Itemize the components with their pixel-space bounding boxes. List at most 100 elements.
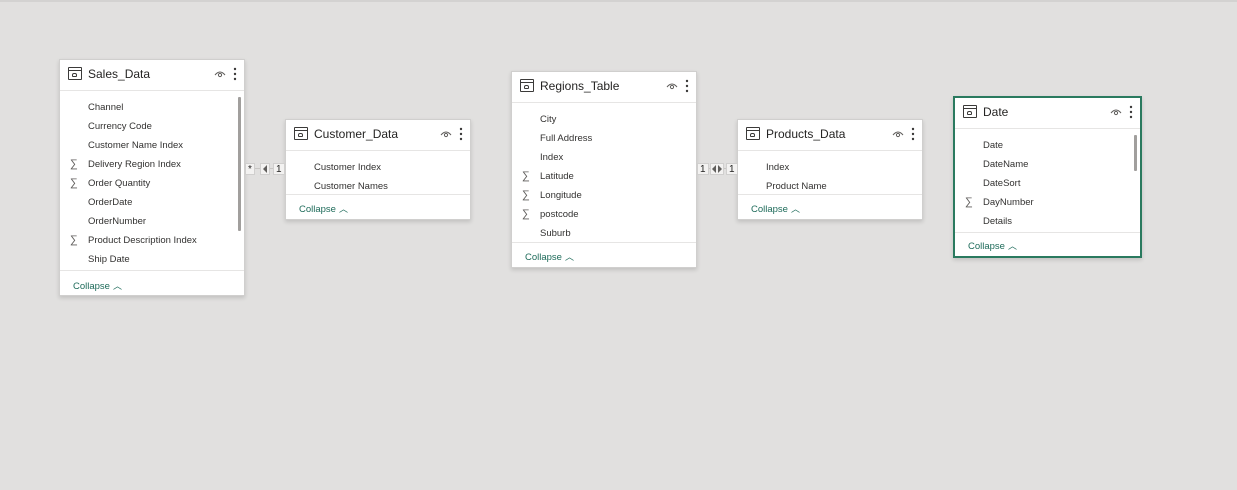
field-list[interactable]: Channel Currency Code Customer Name Inde… <box>60 91 244 271</box>
sigma-icon: ∑ <box>70 158 78 170</box>
field-row[interactable]: City <box>512 110 696 129</box>
table-card-sales-data[interactable]: Sales_Data Channel Currency Code Custome… <box>59 59 245 296</box>
field-name: DateSort <box>983 178 1021 189</box>
scrollbar[interactable] <box>1134 135 1137 171</box>
field-row[interactable]: OrderNumber <box>60 212 244 231</box>
field-row[interactable]: Product Name <box>738 177 922 194</box>
relationship-regions-products[interactable]: 1 1 <box>697 163 738 175</box>
field-name: Longitude <box>540 190 582 201</box>
table-card-regions-table[interactable]: Regions_Table City Full Address Index ∑ L… <box>511 71 697 268</box>
field-row[interactable]: ∑ Latitude <box>512 167 696 186</box>
canvas-top-border <box>0 0 1237 2</box>
more-vertical-icon[interactable] <box>685 79 689 93</box>
field-row[interactable]: ∑ DayNumber <box>955 193 1140 212</box>
field-row[interactable]: Full Address <box>512 129 696 148</box>
field-name: DateName <box>983 159 1029 170</box>
card-header[interactable]: Date <box>955 98 1140 129</box>
field-row[interactable]: ∑ Order Quantity <box>60 174 244 193</box>
field-row[interactable]: Index <box>512 148 696 167</box>
field-row[interactable]: ∑ Delivery Region Index <box>60 155 244 174</box>
field-name: Product Description Index <box>88 235 197 246</box>
field-name: Channel <box>88 102 124 113</box>
table-icon <box>68 67 82 80</box>
table-icon <box>520 79 534 92</box>
cardinality-many: * <box>245 163 255 175</box>
chevron-up-icon: ︿ <box>564 252 574 262</box>
field-name: postcode <box>540 209 579 220</box>
sigma-icon: ∑ <box>522 189 530 201</box>
table-title: Products_Data <box>766 127 846 141</box>
sigma-icon: ∑ <box>965 196 973 208</box>
table-card-date[interactable]: Date Date DateName DateSort ∑ DayNumber D… <box>953 96 1142 258</box>
collapse-button[interactable]: Collapse ︿ <box>751 202 800 215</box>
eye-icon[interactable] <box>440 130 452 138</box>
more-vertical-icon[interactable] <box>233 67 237 81</box>
table-title: Date <box>983 105 1009 119</box>
collapse-button[interactable]: Collapse ︿ <box>73 279 122 292</box>
more-vertical-icon[interactable] <box>1129 105 1133 119</box>
field-name: Latitude <box>540 171 574 182</box>
field-name: Index <box>766 162 790 173</box>
collapse-button[interactable]: Collapse ︿ <box>968 239 1017 252</box>
field-row[interactable]: Customer Index <box>286 158 470 177</box>
field-row[interactable]: ∑ Longitude <box>512 186 696 205</box>
field-row[interactable]: Customer Name Index <box>60 136 244 155</box>
scrollbar[interactable] <box>238 97 241 231</box>
relationship-sales-customer[interactable]: * 1 <box>245 163 285 175</box>
table-icon <box>746 127 760 140</box>
field-name: Customer Names <box>314 181 388 192</box>
field-row[interactable]: DateSort <box>955 174 1140 193</box>
field-name: Suburb <box>540 228 571 239</box>
table-card-customer-data[interactable]: Customer_Data Customer Index Customer Na… <box>285 119 471 220</box>
more-vertical-icon[interactable] <box>459 127 463 141</box>
field-name: Customer Name Index <box>88 140 184 151</box>
field-row[interactable]: Date <box>955 136 1140 155</box>
collapse-label: Collapse <box>525 252 562 263</box>
field-row[interactable]: Currency Code <box>60 117 244 136</box>
table-title: Regions_Table <box>540 79 620 93</box>
filter-direction-left-icon <box>260 163 270 175</box>
cardinality-one: 1 <box>273 163 285 175</box>
field-row[interactable]: Channel <box>60 98 244 117</box>
field-row[interactable]: Suburb <box>512 224 696 242</box>
eye-icon[interactable] <box>1110 108 1122 116</box>
chevron-up-icon: ︿ <box>790 204 800 214</box>
eye-icon[interactable] <box>214 70 226 78</box>
collapse-label: Collapse <box>73 281 110 292</box>
card-header[interactable]: Sales_Data <box>60 60 244 91</box>
field-row[interactable]: Ship Date <box>60 250 244 269</box>
field-list[interactable]: Index Product Name <box>738 151 922 195</box>
collapse-button[interactable]: Collapse ︿ <box>299 202 348 215</box>
field-row[interactable]: ∑ Product Description Index <box>60 231 244 250</box>
field-name: City <box>540 114 557 125</box>
sigma-icon: ∑ <box>522 208 530 220</box>
field-row[interactable]: ∑ postcode <box>512 205 696 224</box>
card-header[interactable]: Products_Data <box>738 120 922 151</box>
table-card-products-data[interactable]: Products_Data Index Product Name Collaps… <box>737 119 923 220</box>
eye-icon[interactable] <box>666 82 678 90</box>
field-name: Date <box>983 140 1004 151</box>
field-row[interactable]: Index <box>738 158 922 177</box>
sigma-icon: ∑ <box>522 170 530 182</box>
field-name: Details <box>983 216 1013 227</box>
field-name: Index <box>540 152 564 163</box>
eye-icon[interactable] <box>892 130 904 138</box>
collapse-label: Collapse <box>968 241 1005 252</box>
field-row[interactable]: Customer Names <box>286 177 470 194</box>
field-list[interactable]: City Full Address Index ∑ Latitude ∑ Longi… <box>512 103 696 243</box>
chevron-up-icon: ︿ <box>1007 241 1017 251</box>
table-icon <box>963 105 977 118</box>
field-row[interactable]: Details <box>955 212 1140 231</box>
table-icon <box>294 127 308 140</box>
card-header[interactable]: Customer_Data <box>286 120 470 151</box>
collapse-button[interactable]: Collapse ︿ <box>525 250 574 263</box>
card-header[interactable]: Regions_Table <box>512 72 696 103</box>
field-name: OrderDate <box>88 197 133 208</box>
field-list[interactable]: Date DateName DateSort ∑ DayNumber Detail… <box>955 129 1140 233</box>
cardinality-one: 1 <box>726 163 738 175</box>
field-name: Delivery Region Index <box>88 159 181 170</box>
field-list[interactable]: Customer Index Customer Names <box>286 151 470 195</box>
field-row[interactable]: DateName <box>955 155 1140 174</box>
more-vertical-icon[interactable] <box>911 127 915 141</box>
field-row[interactable]: OrderDate <box>60 193 244 212</box>
